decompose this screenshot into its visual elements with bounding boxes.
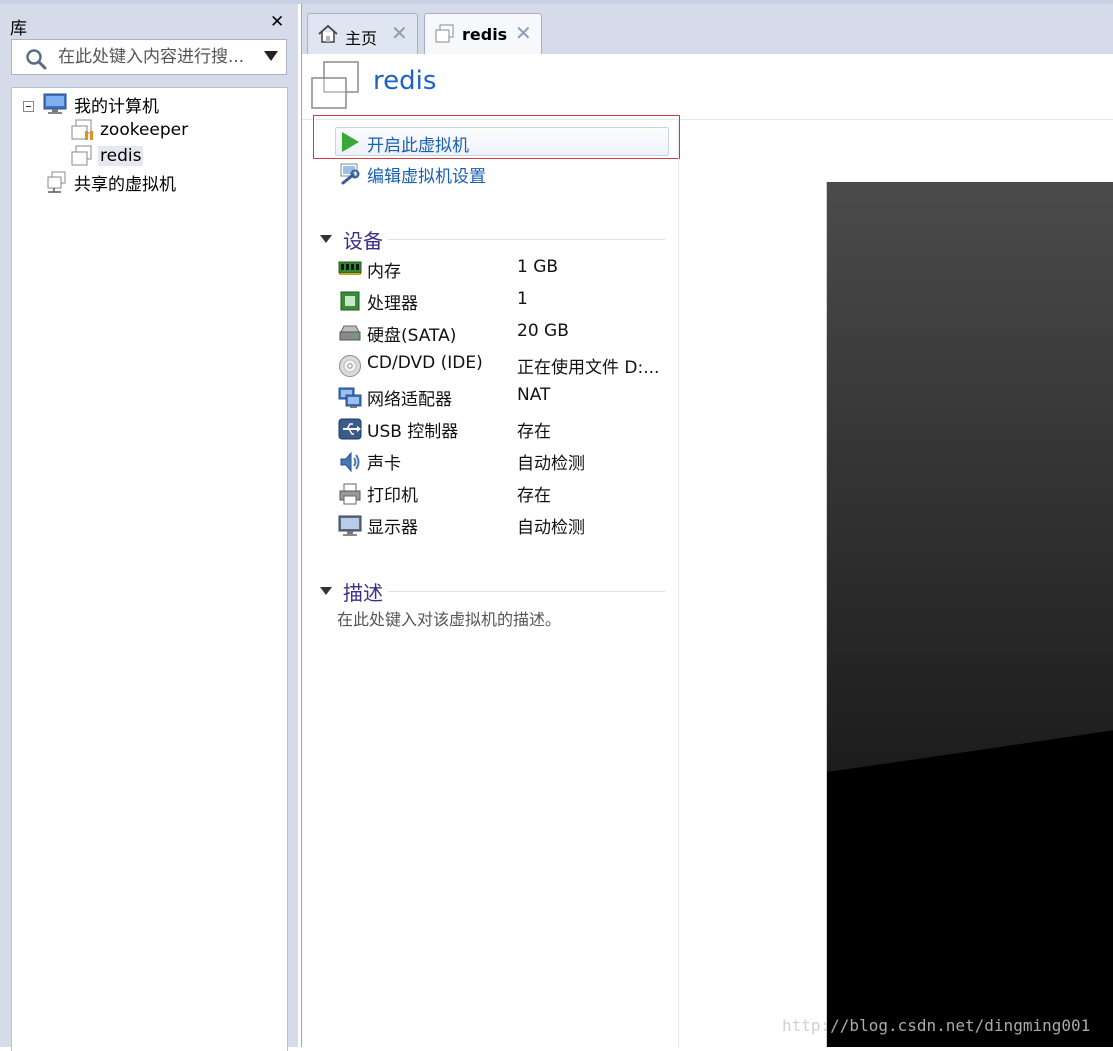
devices-section-title: 设备 [343, 229, 383, 253]
printer-icon [339, 483, 361, 505]
tab-close-icon[interactable]: ✕ [391, 21, 408, 45]
tab-label: 主页 [345, 29, 378, 48]
library-search-box [11, 39, 287, 75]
vm-description-placeholder[interactable]: 在此处键入对该虚拟机的描述。 [337, 606, 561, 630]
description-section-header[interactable]: 描述 [320, 577, 665, 605]
vm-header: redis [302, 54, 1113, 120]
tree-item-redis[interactable]: redis [70, 143, 144, 169]
device-value: 1 GB [517, 257, 559, 277]
device-row-network-adapter[interactable]: 网络适配器 NAT [338, 383, 668, 411]
computer-icon [43, 93, 67, 114]
library-panel: 库 ✕ 我的计算机 zookeeper [0, 4, 298, 1051]
memory-icon [338, 261, 362, 275]
device-row-printer[interactable]: 打印机 存在 [338, 479, 668, 507]
display-icon [338, 515, 362, 536]
vm-icon [435, 24, 454, 43]
hard-disk-icon [339, 325, 361, 341]
device-value: 正在使用文件 D:... [517, 358, 660, 378]
collapse-triangle-icon [320, 235, 332, 243]
device-value: 自动检测 [517, 518, 585, 538]
device-row-sound-card[interactable]: 声卡 自动检测 [338, 447, 668, 475]
tree-item-shared-vms[interactable]: 共享的虚拟机 [45, 169, 178, 195]
device-row-display[interactable]: 显示器 自动检测 [338, 511, 668, 539]
tree-label-vm: redis [98, 146, 144, 166]
device-value: 1 [517, 289, 528, 309]
vm-large-icon [311, 61, 359, 109]
device-value: 存在 [517, 486, 551, 506]
device-name: 处理器 [367, 294, 418, 314]
settings-wrench-icon [340, 163, 360, 185]
collapse-triangle-icon [320, 587, 332, 595]
shared-vms-icon [47, 171, 66, 193]
device-name: 硬盘(SATA) [367, 326, 457, 346]
column-divider [678, 118, 679, 1047]
device-row-usb[interactable]: USB 控制器 存在 [338, 415, 668, 443]
play-icon [342, 132, 359, 152]
sound-card-icon [340, 451, 360, 473]
devices-section-header[interactable]: 设备 [320, 225, 665, 253]
device-name: 内存 [367, 262, 401, 282]
tab-label: redis [462, 25, 508, 44]
device-row-hard-disk[interactable]: 硬盘(SATA) 20 GB [338, 319, 668, 347]
tree-label-vm: zookeeper [100, 120, 189, 140]
device-value: NAT [517, 385, 551, 405]
device-name: 网络适配器 [367, 390, 452, 410]
device-name: USB 控制器 [367, 422, 459, 442]
preview-sheen [827, 182, 1113, 772]
main-area: 主页 ✕ redis ✕ redis 开启此虚拟机 编辑虚拟机设置 设备 内存 … [301, 4, 1113, 1047]
vm-icon [71, 145, 92, 166]
library-tree: 我的计算机 zookeeper redis 共享的虚拟机 [11, 87, 288, 1051]
home-icon [318, 24, 338, 43]
device-name: CD/DVD (IDE) [367, 353, 483, 373]
vm-title: redis [373, 66, 437, 96]
device-value: 自动检测 [517, 454, 585, 474]
device-value: 存在 [517, 422, 551, 442]
device-name: 打印机 [367, 486, 418, 506]
tree-label-my-computer: 我的计算机 [74, 96, 159, 117]
tree-item-my-computer[interactable]: 我的计算机 [43, 91, 161, 117]
device-row-memory[interactable]: 内存 1 GB [338, 255, 668, 283]
tree-collapse-toggle[interactable] [23, 101, 34, 112]
description-section-title: 描述 [343, 581, 383, 605]
power-on-vm-button[interactable]: 开启此虚拟机 [335, 127, 669, 156]
device-name: 声卡 [367, 454, 401, 474]
usb-icon [338, 418, 362, 440]
search-dropdown-icon[interactable] [264, 51, 278, 61]
processor-icon [340, 291, 360, 311]
power-on-label: 开启此虚拟机 [367, 136, 469, 156]
library-title: 库 [10, 19, 27, 39]
tree-label-shared-vms: 共享的虚拟机 [74, 174, 176, 195]
vm-suspended-icon [71, 119, 93, 140]
library-search-input[interactable] [58, 41, 254, 73]
watermark-text: http://blog.csdn.net/dingming001 [782, 1016, 1091, 1035]
tab-home[interactable]: 主页 ✕ [307, 13, 418, 54]
network-adapter-icon [338, 387, 362, 408]
device-name: 显示器 [367, 518, 418, 538]
search-icon [26, 49, 47, 70]
section-divider [388, 239, 665, 240]
tree-item-zookeeper[interactable]: zookeeper [70, 117, 190, 143]
tab-close-icon[interactable]: ✕ [515, 21, 532, 45]
device-value: 20 GB [517, 321, 569, 341]
section-divider [388, 591, 665, 592]
library-close-icon[interactable]: ✕ [270, 12, 284, 32]
device-row-cd-dvd[interactable]: CD/DVD (IDE) 正在使用文件 D:... [338, 351, 668, 379]
cd-dvd-icon [339, 355, 361, 377]
tab-redis[interactable]: redis ✕ [424, 13, 542, 54]
device-row-processor[interactable]: 处理器 1 [338, 287, 668, 315]
tab-bar: 主页 ✕ redis ✕ [302, 4, 1113, 54]
vm-console-preview[interactable] [826, 182, 1113, 1047]
edit-settings-label: 编辑虚拟机设置 [367, 167, 486, 187]
